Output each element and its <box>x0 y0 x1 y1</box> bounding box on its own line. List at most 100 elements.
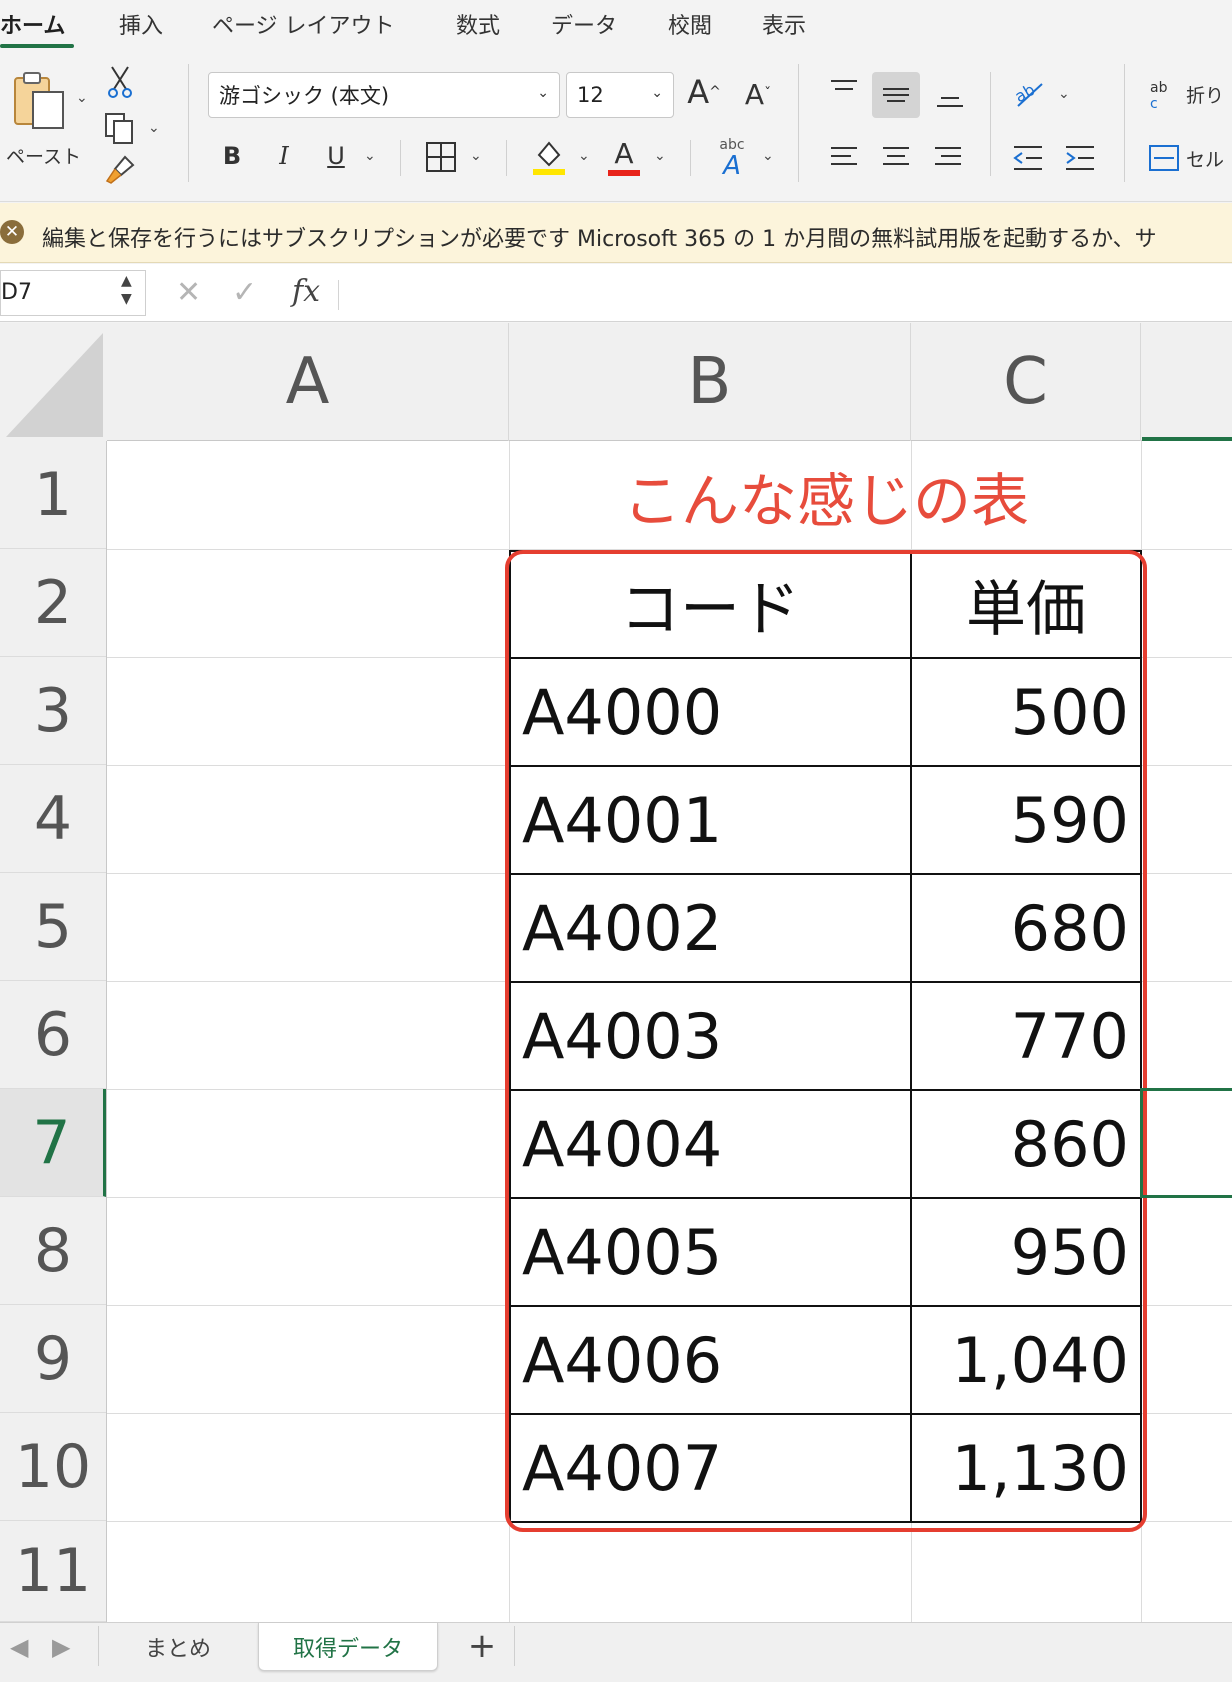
underline-button[interactable]: U <box>320 136 352 176</box>
borders-icon <box>426 142 456 172</box>
chevron-down-icon[interactable]: ⌄ <box>76 90 88 106</box>
chevron-down-icon[interactable]: ⌄ <box>654 148 666 164</box>
next-sheet-icon[interactable]: ▶ <box>52 1633 70 1661</box>
tab-formulas[interactable]: 数式 <box>456 8 500 40</box>
row-header-6[interactable]: 6 <box>0 981 106 1089</box>
column-header-b[interactable]: B <box>509 323 911 441</box>
row-header-3[interactable]: 3 <box>0 657 106 765</box>
ribbon-divider <box>1124 64 1125 182</box>
chevron-down-icon[interactable]: ⌄ <box>364 148 376 164</box>
banner-message: 編集と保存を行うにはサブスクリプションが必要です Microsoft 365 の… <box>42 227 1157 252</box>
ribbon-divider <box>188 64 189 182</box>
italic-button[interactable]: I <box>268 136 300 176</box>
selected-cell-d7[interactable] <box>1140 1088 1232 1198</box>
font-color-button[interactable]: A <box>606 134 642 180</box>
decrease-indent-button[interactable] <box>1010 140 1046 176</box>
chevron-down-icon: ⌄ <box>651 85 663 101</box>
cut-button[interactable] <box>104 64 136 100</box>
chevron-down-icon[interactable]: ⌄ <box>578 148 590 164</box>
shrink-font-button[interactable]: Aˇ <box>738 74 778 114</box>
align-center-button[interactable] <box>878 140 914 176</box>
wrap-text-button[interactable]: ab c 折り <box>1148 74 1232 114</box>
column-header-a[interactable]: A <box>107 323 509 441</box>
column-header-c[interactable]: C <box>911 323 1141 441</box>
font-color-swatch <box>608 170 640 176</box>
row-header-7[interactable]: 7 <box>0 1089 106 1197</box>
phonetic-a-icon: A <box>723 151 741 181</box>
grow-font-button[interactable]: A ^ <box>684 70 724 114</box>
tab-data[interactable]: データ <box>551 8 617 40</box>
font-name-select[interactable]: 游ゴシック (本文) ⌄ <box>208 72 560 118</box>
enter-icon[interactable]: ✓ <box>232 275 257 310</box>
chevron-down-icon[interactable]: ⌄ <box>1058 86 1070 102</box>
row-header-4[interactable]: 4 <box>0 765 106 873</box>
ribbon-divider <box>990 72 991 176</box>
insert-function-icon[interactable]: fx <box>292 274 320 309</box>
grow-font-icon: A <box>687 73 710 111</box>
select-all-corner[interactable] <box>0 323 107 441</box>
row-header-2[interactable]: 2 <box>0 549 106 657</box>
paintbrush-icon <box>105 155 135 184</box>
bold-button[interactable]: B <box>216 136 248 176</box>
cancel-icon[interactable]: ✕ <box>176 275 201 310</box>
fill-color-button[interactable] <box>530 136 568 178</box>
svg-text:ab: ab <box>1150 80 1168 96</box>
tab-review[interactable]: 校閲 <box>668 8 712 40</box>
chevron-down-icon[interactable]: ⌄ <box>470 148 482 164</box>
shrink-font-icon: A <box>744 77 765 111</box>
formula-divider <box>338 280 339 310</box>
row-headers: 1 2 3 4 5 6 7 8 9 10 11 <box>0 441 107 1622</box>
row-header-10[interactable]: 10 <box>0 1413 106 1521</box>
copy-button[interactable] <box>102 110 138 146</box>
wrap-text-label: 折り <box>1186 84 1225 107</box>
merge-cells-button[interactable]: セル <box>1148 138 1232 178</box>
merge-cells-label: セル <box>1186 148 1225 171</box>
chevron-down-icon[interactable]: ⌄ <box>762 148 774 164</box>
borders-button[interactable] <box>424 140 458 174</box>
stepper-icon[interactable]: ▲ ▼ <box>121 272 132 308</box>
paste-button[interactable] <box>8 68 72 134</box>
tab-home[interactable]: ホーム <box>0 8 65 40</box>
align-middle-button[interactable] <box>872 72 920 118</box>
select-all-triangle-icon <box>6 333 103 437</box>
close-icon[interactable]: ✕ <box>0 220 24 244</box>
tab-page-layout[interactable]: ページ レイアウト <box>212 8 395 40</box>
align-right-icon <box>935 147 961 165</box>
chevron-down-icon[interactable]: ⌄ <box>148 120 160 136</box>
align-top-button[interactable] <box>826 72 862 108</box>
ribbon-divider <box>798 64 799 182</box>
add-sheet-button[interactable]: + <box>462 1626 502 1666</box>
ribbon-divider <box>506 140 507 176</box>
svg-text:ab: ab <box>1012 80 1038 106</box>
paint-bucket-icon <box>533 141 565 175</box>
row-header-11[interactable]: 11 <box>0 1521 106 1622</box>
phonetic-guide-button[interactable]: abc A <box>710 136 754 180</box>
row-header-9[interactable]: 9 <box>0 1305 106 1413</box>
align-bottom-icon <box>937 97 963 107</box>
previous-sheet-icon[interactable]: ◀ <box>10 1633 28 1661</box>
font-size-value: 12 <box>577 83 604 107</box>
ribbon: ⌄ ペースト ⌄ 游ゴシック (本文) ⌄ 12 ⌄ A ^ Aˇ B I U ⌄… <box>0 52 1232 202</box>
row-header-5[interactable]: 5 <box>0 873 106 981</box>
table-title[interactable]: こんな感じの表 <box>510 442 1142 550</box>
align-top-icon <box>831 80 857 90</box>
increase-indent-button[interactable] <box>1062 140 1098 176</box>
format-painter-button[interactable] <box>102 152 138 188</box>
align-right-button[interactable] <box>930 140 966 176</box>
font-size-select[interactable]: 12 ⌄ <box>566 72 674 118</box>
tab-divider <box>98 1626 99 1666</box>
tab-view[interactable]: 表示 <box>762 8 806 40</box>
row-header-1[interactable]: 1 <box>0 441 106 549</box>
active-tab-indicator <box>0 44 74 48</box>
sheet-tab-summary[interactable]: まとめ <box>100 1623 256 1671</box>
align-left-button[interactable] <box>826 140 862 176</box>
tab-insert[interactable]: 挿入 <box>119 8 163 40</box>
clipboard-icon <box>14 72 64 129</box>
chevron-down-icon: ⌄ <box>537 85 549 101</box>
row-header-8[interactable]: 8 <box>0 1197 106 1305</box>
svg-text:c: c <box>1150 96 1158 110</box>
align-bottom-button[interactable] <box>932 80 968 116</box>
column-header-d[interactable] <box>1141 323 1232 441</box>
sheet-tab-acquired-data[interactable]: 取得データ <box>258 1623 438 1671</box>
orientation-button[interactable]: ab <box>1010 74 1050 114</box>
